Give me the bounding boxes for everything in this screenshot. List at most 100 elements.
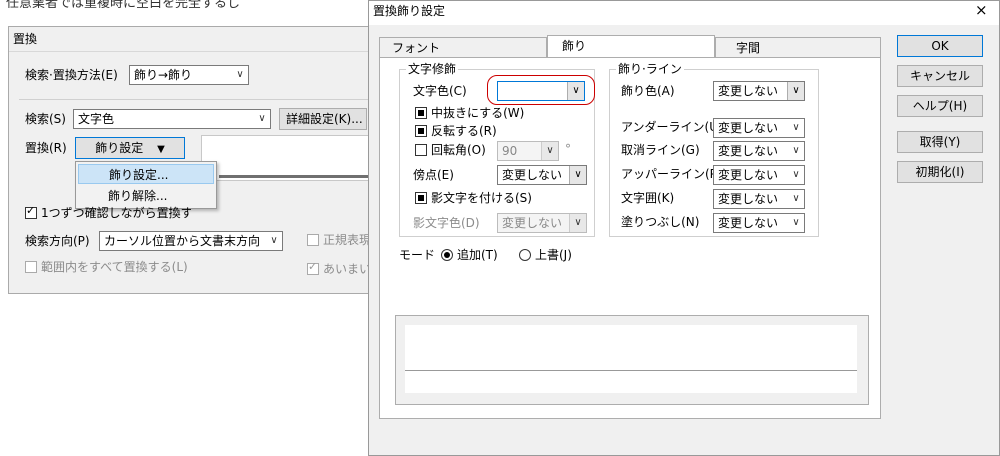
checkmark-icon: ✓ (308, 260, 318, 273)
chevron-down-icon: ∨ (792, 122, 800, 133)
method-select[interactable]: 飾り→飾り ∨ (129, 65, 249, 85)
regex-checkbox[interactable] (307, 234, 319, 246)
chevron-down-icon: ∨ (258, 113, 266, 124)
tab-label: 字間 (736, 41, 761, 55)
tab-font[interactable]: フォント (379, 37, 547, 57)
shadow-color-label: 影文字色(D) (413, 216, 480, 230)
help-button[interactable]: ヘルプ(H) (897, 95, 983, 117)
deco-settings-label: 飾り設定 (95, 141, 144, 155)
menu-item-deco-clear[interactable]: 飾り解除... (78, 186, 214, 206)
chevron-down-icon: ∨ (792, 169, 800, 180)
detail-settings-button[interactable]: 詳細設定(K)... (279, 108, 367, 130)
direction-value: カーソル位置から文書末方向 (104, 234, 261, 248)
fill-value: 変更しない (718, 216, 779, 230)
text-box-select[interactable]: 変更しない ∨ (713, 189, 805, 209)
shadow-color-value: 変更しない (502, 216, 563, 230)
text-box-label: 文字囲(K) (621, 191, 675, 205)
tab-spacing[interactable]: 字間 (715, 37, 881, 57)
chevron-down-icon: ∨ (792, 145, 800, 156)
text-box-value: 変更しない (718, 192, 779, 206)
shadow-checkbox[interactable] (415, 192, 427, 204)
chevron-down-icon: ∨ (567, 82, 584, 100)
rotate-select[interactable]: 90 ∨ (497, 141, 559, 161)
direction-label: 検索方向(P) (25, 234, 90, 248)
outline-label: 中抜きにする(W) (431, 106, 525, 120)
close-icon[interactable]: × (975, 2, 988, 18)
fill-select[interactable]: 変更しない ∨ (713, 213, 805, 233)
tab-label: 飾り (562, 39, 587, 53)
emphasis-select[interactable]: 変更しない ∨ (497, 165, 587, 185)
underline-label: アンダーライン(U) (621, 120, 723, 134)
deco-color-value: 変更しない (718, 84, 779, 98)
fuzzy-label: あいまい (323, 262, 372, 276)
title-divider (9, 51, 371, 52)
replace-dialog-title: 置換 (13, 32, 38, 46)
chevron-down-icon: ∨ (569, 166, 586, 184)
overline-label: アッパーライン(P) (621, 167, 722, 181)
deco-dialog: 置換飾り設定 × フォント 飾り 字間 文字修飾 文字色(C) ∨ 中抜きにする… (368, 0, 1000, 456)
rotate-value: 90 (502, 144, 518, 158)
invert-checkbox[interactable] (415, 125, 427, 137)
search-value: 文字色 (78, 112, 115, 126)
text-color-select[interactable]: ∨ (497, 81, 585, 101)
menu-item-label: 飾り解除... (108, 189, 168, 203)
tab-deco[interactable]: 飾り (547, 35, 715, 57)
chevron-down-icon: ∨ (236, 69, 244, 80)
chevron-down-icon: ∨ (541, 142, 558, 160)
chevron-down-icon: ∨ (270, 235, 278, 246)
method-value: 飾り→飾り (134, 68, 193, 82)
emphasis-label: 傍点(E) (413, 168, 454, 182)
reset-button[interactable]: 初期化(I) (897, 161, 983, 183)
cancel-button[interactable]: キャンセル (897, 65, 983, 87)
underline-value: 変更しない (718, 121, 779, 135)
deco-color-select[interactable]: 変更しない ∨ (713, 81, 805, 101)
tab-label: フォント (392, 41, 441, 55)
deco-settings-button[interactable]: 飾り設定 ▼ (75, 137, 185, 159)
underline-select[interactable]: 変更しない ∨ (713, 118, 805, 138)
replace-dialog: 置換 検索·置換方法(E) 飾り→飾り ∨ 検索(S) 文字色 ∨ 詳細設定(K… (8, 26, 372, 294)
range-label: 範囲内をすべて置換する(L) (41, 260, 188, 274)
section-divider (19, 99, 371, 100)
tab-bar: フォント 飾り 字間 (379, 35, 881, 57)
fill-label: 塗りつぶし(N) (621, 215, 700, 229)
chevron-down-icon: ∨ (569, 214, 586, 232)
get-button[interactable]: 取得(Y) (897, 131, 983, 153)
search-label: 検索(S) (25, 112, 66, 126)
method-label: 検索·置換方法(E) (25, 68, 118, 82)
group-title: 飾り·ライン (616, 62, 684, 76)
preview-baseline (405, 370, 857, 371)
group-title: 文字修飾 (406, 62, 459, 76)
menu-item-deco-settings[interactable]: 飾り設定... (78, 164, 214, 184)
search-select[interactable]: 文字色 ∨ (73, 109, 271, 129)
chevron-down-icon: ∨ (792, 217, 800, 228)
direction-select[interactable]: カーソル位置から文書末方向 ∨ (99, 231, 283, 251)
mode-overwrite-radio[interactable] (519, 249, 531, 261)
overline-select[interactable]: 変更しない ∨ (713, 165, 805, 185)
mode-add-radio[interactable] (441, 249, 453, 261)
rotate-label: 回転角(O) (431, 143, 486, 157)
deco-dialog-title: 置換飾り設定 (373, 4, 446, 18)
menu-item-label: 飾り設定... (109, 168, 169, 182)
degree-symbol: ° (565, 142, 571, 156)
preview-line (219, 175, 371, 178)
strikethrough-label: 取消ライン(G) (621, 143, 700, 157)
regex-label: 正規表現 (323, 233, 372, 247)
background-text: 任意業者では重複時に空白を完全するし (6, 0, 241, 8)
mode-add-label: 追加(T) (457, 248, 498, 262)
deco-menu: 飾り設定... 飾り解除... (75, 161, 217, 209)
confirm-checkbox[interactable]: ✓ (25, 204, 37, 219)
deco-preview (405, 325, 857, 393)
outline-checkbox[interactable] (415, 107, 427, 119)
shadow-color-select[interactable]: 変更しない ∨ (497, 213, 587, 233)
range-checkbox[interactable] (25, 261, 37, 273)
replace-label: 置換(R) (25, 141, 67, 155)
strikethrough-select[interactable]: 変更しない ∨ (713, 141, 805, 161)
checkmark-icon: ✓ (26, 204, 36, 217)
overline-value: 変更しない (718, 168, 779, 182)
emphasis-value: 変更しない (502, 168, 563, 182)
ok-button[interactable]: OK (897, 35, 983, 57)
strikethrough-value: 変更しない (718, 144, 779, 158)
rotate-checkbox[interactable] (415, 144, 427, 156)
fuzzy-checkbox[interactable]: ✓ (307, 260, 319, 275)
mode-label: モード (399, 248, 436, 262)
